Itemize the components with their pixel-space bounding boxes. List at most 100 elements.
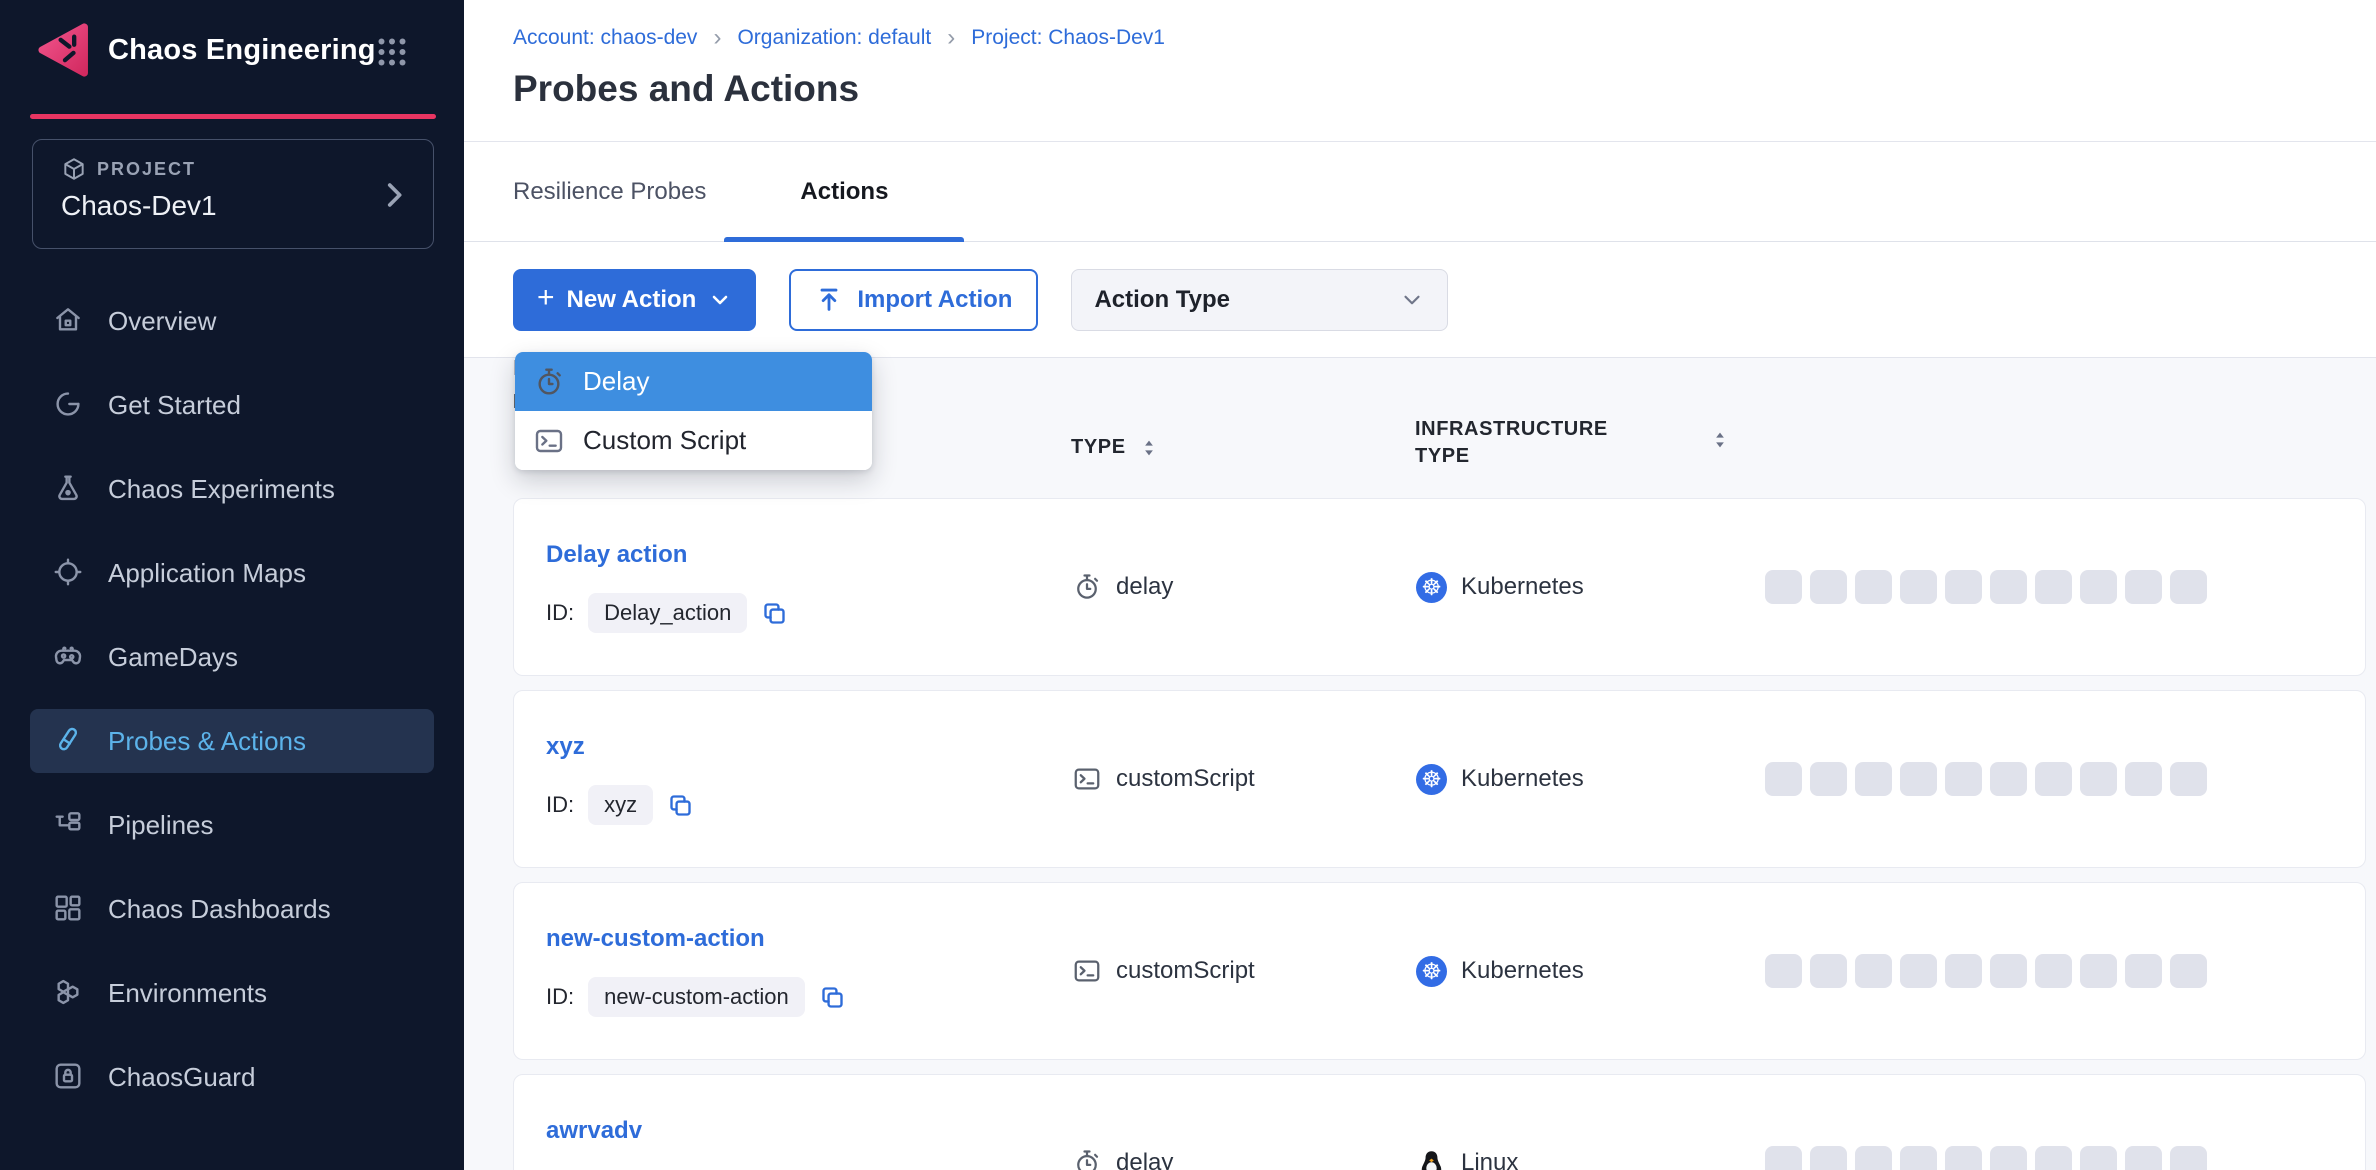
type-value: delay (1116, 1149, 1173, 1170)
results-cell (1765, 499, 2207, 675)
copy-icon[interactable] (667, 792, 694, 819)
breadcrumb-separator: › (947, 24, 955, 52)
sidebar-item-label: Get Started (108, 390, 241, 421)
target-icon (52, 556, 86, 590)
sidebar-item-chaos-dashboards[interactable]: Chaos Dashboards (30, 877, 434, 941)
sidebar-item-label: Probes & Actions (108, 726, 306, 757)
execution-result-placeholder (1945, 762, 1982, 796)
action-id: ID: xyz (546, 785, 694, 825)
cube-icon (61, 156, 87, 182)
sidebar-item-get-started[interactable]: Get Started (30, 373, 434, 437)
sidebar-item-label: GameDays (108, 642, 238, 673)
execution-result-placeholder (1855, 762, 1892, 796)
action-name-link[interactable]: Delay action (546, 541, 687, 569)
execution-result-placeholder (1900, 570, 1937, 604)
execution-result-placeholder (1990, 570, 2027, 604)
execution-result-placeholder (1900, 954, 1937, 988)
sidebar-item-pipelines[interactable]: Pipelines (30, 793, 434, 857)
tab-actions[interactable]: Actions (724, 142, 964, 241)
execution-result-placeholder (2080, 762, 2117, 796)
execution-result-placeholder (2125, 762, 2162, 796)
copy-icon[interactable] (761, 600, 788, 627)
column-header-infrastructure: INFRASTRUCTURE TYPE (1415, 416, 1725, 470)
menu-item-custom-script[interactable]: Custom Script (515, 411, 872, 470)
sidebar-item-label: Chaos Experiments (108, 474, 335, 505)
sidebar: Chaos Engineering PROJECT (0, 0, 464, 1170)
action-id: ID: new-custom-action (546, 977, 846, 1017)
execution-result-placeholder (1855, 1146, 1892, 1170)
execution-result-placeholder (1810, 570, 1847, 604)
type-value: customScript (1116, 765, 1255, 793)
execution-result-placeholder (2080, 1146, 2117, 1170)
execution-result-placeholder (2170, 954, 2207, 988)
hexagons-icon (52, 976, 86, 1010)
results-cell (1765, 883, 2207, 1059)
new-action-button[interactable]: + New Action (513, 269, 756, 331)
chaos-logo-icon (36, 21, 94, 79)
action-name-link[interactable]: new-custom-action (546, 925, 765, 953)
page-header: Account: chaos-dev › Organization: default… (464, 0, 2376, 142)
chevron-down-icon (708, 288, 732, 312)
menu-item-label: Custom Script (583, 425, 746, 456)
kubernetes-icon: ☸ (1416, 572, 1447, 603)
toolbar: + New Action Import Action Action Type (464, 242, 2376, 357)
stopwatch-icon (1072, 572, 1102, 602)
menu-item-delay[interactable]: Delay (515, 352, 872, 411)
stopwatch-icon (1072, 1148, 1102, 1170)
main-content: Account: chaos-dev › Organization: default… (464, 0, 2376, 1170)
sidebar-item-probes-actions[interactable]: Probes & Actions (30, 709, 434, 773)
action-type-select[interactable]: Action Type (1071, 269, 1448, 331)
id-label: ID: (546, 984, 574, 1010)
terminal-icon (533, 425, 565, 457)
execution-result-placeholder (2125, 954, 2162, 988)
sort-icon[interactable] (1709, 429, 1731, 451)
execution-result-placeholder (1855, 954, 1892, 988)
infrastructure-value: Kubernetes (1461, 765, 1584, 793)
new-action-menu: Delay Custom Script (515, 352, 872, 470)
execution-result-placeholder (2035, 1146, 2072, 1170)
sidebar-item-chaos-experiments[interactable]: Chaos Experiments (30, 457, 434, 521)
stopwatch-icon (533, 366, 565, 398)
copy-icon[interactable] (819, 984, 846, 1011)
type-value: delay (1116, 573, 1173, 601)
tab-bar: Resilience ProbesActions (464, 142, 2376, 242)
gamepad-icon (52, 640, 86, 674)
table-row: awrvadv delay Linux (513, 1074, 2366, 1170)
sidebar-item-overview[interactable]: Overview (30, 289, 434, 353)
sidebar-item-label: Pipelines (108, 810, 214, 841)
sidebar-item-gamedays[interactable]: GameDays (30, 625, 434, 689)
import-action-button[interactable]: Import Action (789, 269, 1038, 331)
action-type-value: Action Type (1094, 286, 1230, 314)
results-cell (1765, 1075, 2207, 1170)
results-cell (1765, 691, 2207, 867)
sidebar-item-environments[interactable]: Environments (30, 961, 434, 1025)
type-cell: customScript (1072, 883, 1255, 1059)
project-selector[interactable]: PROJECT Chaos-Dev1 (32, 139, 434, 249)
type-cell: delay (1072, 1075, 1173, 1170)
tab-resilience-probes[interactable]: Resilience Probes (513, 142, 716, 241)
sidebar-item-application-maps[interactable]: Application Maps (30, 541, 434, 605)
project-name: Chaos-Dev1 (61, 190, 413, 222)
project-label: PROJECT (97, 159, 196, 180)
execution-result-placeholder (1900, 762, 1937, 796)
type-cell: customScript (1072, 691, 1255, 867)
id-label: ID: (546, 600, 574, 626)
chevron-down-icon (1399, 287, 1425, 313)
apps-grid-icon[interactable] (374, 34, 410, 70)
breadcrumb-link[interactable]: Organization: default (737, 26, 931, 50)
action-name-link[interactable]: awrvadv (546, 1117, 642, 1145)
kubernetes-icon: ☸ (1416, 764, 1447, 795)
infrastructure-value: Linux (1461, 1149, 1518, 1170)
breadcrumb-link[interactable]: Project: Chaos-Dev1 (971, 26, 1165, 50)
sidebar-item-chaosguard[interactable]: ChaosGuard (30, 1045, 434, 1109)
home-icon (52, 304, 86, 338)
execution-result-placeholder (1765, 762, 1802, 796)
action-name-link[interactable]: xyz (546, 733, 585, 761)
execution-result-placeholder (1900, 1146, 1937, 1170)
sidebar-menu: Overview Get Started Chaos Experiments A… (30, 289, 434, 1109)
execution-result-placeholder (1855, 570, 1892, 604)
sort-icon[interactable] (1138, 437, 1160, 459)
breadcrumb-link[interactable]: Account: chaos-dev (513, 26, 697, 50)
breadcrumb: Account: chaos-dev › Organization: default… (513, 24, 2376, 52)
kubernetes-icon: ☸ (1416, 956, 1447, 987)
